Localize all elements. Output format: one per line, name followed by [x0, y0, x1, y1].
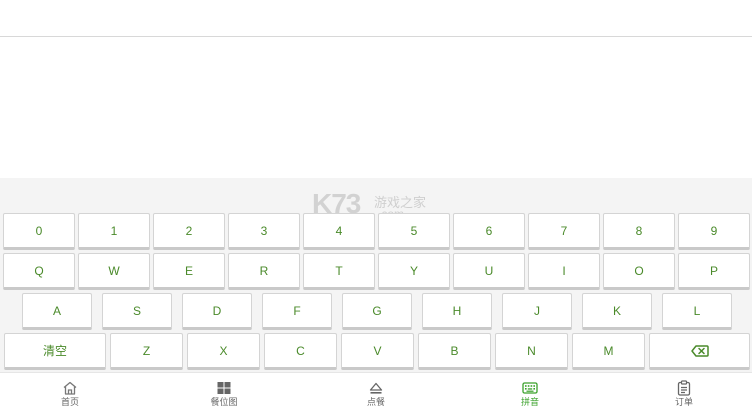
- key-g[interactable]: G: [342, 293, 412, 330]
- key-k[interactable]: K: [582, 293, 652, 330]
- key-s[interactable]: S: [102, 293, 172, 330]
- key-2[interactable]: 2: [153, 213, 225, 250]
- key-y[interactable]: Y: [378, 253, 450, 290]
- clear-button[interactable]: 清空: [4, 333, 106, 370]
- key-p[interactable]: P: [678, 253, 750, 290]
- key-n[interactable]: N: [495, 333, 568, 370]
- key-i[interactable]: I: [528, 253, 600, 290]
- key-f[interactable]: F: [262, 293, 332, 330]
- tab-pinyin[interactable]: 拼音: [490, 373, 570, 413]
- key-3[interactable]: 3: [228, 213, 300, 250]
- key-5[interactable]: 5: [378, 213, 450, 250]
- key-7[interactable]: 7: [528, 213, 600, 250]
- key-z[interactable]: Z: [110, 333, 183, 370]
- key-e[interactable]: E: [153, 253, 225, 290]
- eject-icon: [369, 382, 383, 394]
- tab-order-food[interactable]: 点餐: [336, 373, 416, 413]
- result-area: [0, 37, 752, 178]
- key-h[interactable]: H: [422, 293, 492, 330]
- key-4[interactable]: 4: [303, 213, 375, 250]
- key-c[interactable]: C: [264, 333, 337, 370]
- key-x[interactable]: X: [187, 333, 260, 370]
- tab-seat-map[interactable]: 餐位图: [184, 373, 264, 413]
- key-1[interactable]: 1: [78, 213, 150, 250]
- key-j[interactable]: J: [502, 293, 572, 330]
- tab-label: 餐位图: [210, 398, 238, 408]
- key-o[interactable]: O: [603, 253, 675, 290]
- key-d[interactable]: D: [182, 293, 252, 330]
- key-m[interactable]: M: [572, 333, 645, 370]
- tab-orders[interactable]: 订单: [644, 373, 724, 413]
- tab-home[interactable]: 首页: [30, 373, 110, 413]
- home-icon: [63, 381, 77, 395]
- backspace-button[interactable]: [649, 333, 750, 370]
- pinyin-keyboard: K73 游戏之家 .com 0 1 2 3 4 5 6 7 8 9 Q W E …: [0, 178, 752, 372]
- key-v[interactable]: V: [341, 333, 414, 370]
- tab-label: 首页: [60, 398, 79, 408]
- key-9[interactable]: 9: [678, 213, 750, 250]
- tab-label: 拼音: [520, 398, 539, 408]
- key-w[interactable]: W: [78, 253, 150, 290]
- bottom-tab-bar: 首页 餐位图 点餐 拼音 订单: [0, 372, 752, 413]
- clipboard-icon: [677, 380, 691, 396]
- search-bar[interactable]: [0, 0, 752, 37]
- tab-label: 点餐: [366, 398, 385, 408]
- key-u[interactable]: U: [453, 253, 525, 290]
- backspace-icon: [690, 344, 709, 357]
- key-r[interactable]: R: [228, 253, 300, 290]
- key-a[interactable]: A: [22, 293, 92, 330]
- key-q[interactable]: Q: [3, 253, 75, 290]
- grid-icon: [217, 382, 231, 394]
- key-8[interactable]: 8: [603, 213, 675, 250]
- key-b[interactable]: B: [418, 333, 491, 370]
- key-6[interactable]: 6: [453, 213, 525, 250]
- key-l[interactable]: L: [662, 293, 732, 330]
- tab-label: 订单: [674, 398, 693, 408]
- key-t[interactable]: T: [303, 253, 375, 290]
- key-0[interactable]: 0: [3, 213, 75, 250]
- keyboard-icon: [522, 382, 538, 394]
